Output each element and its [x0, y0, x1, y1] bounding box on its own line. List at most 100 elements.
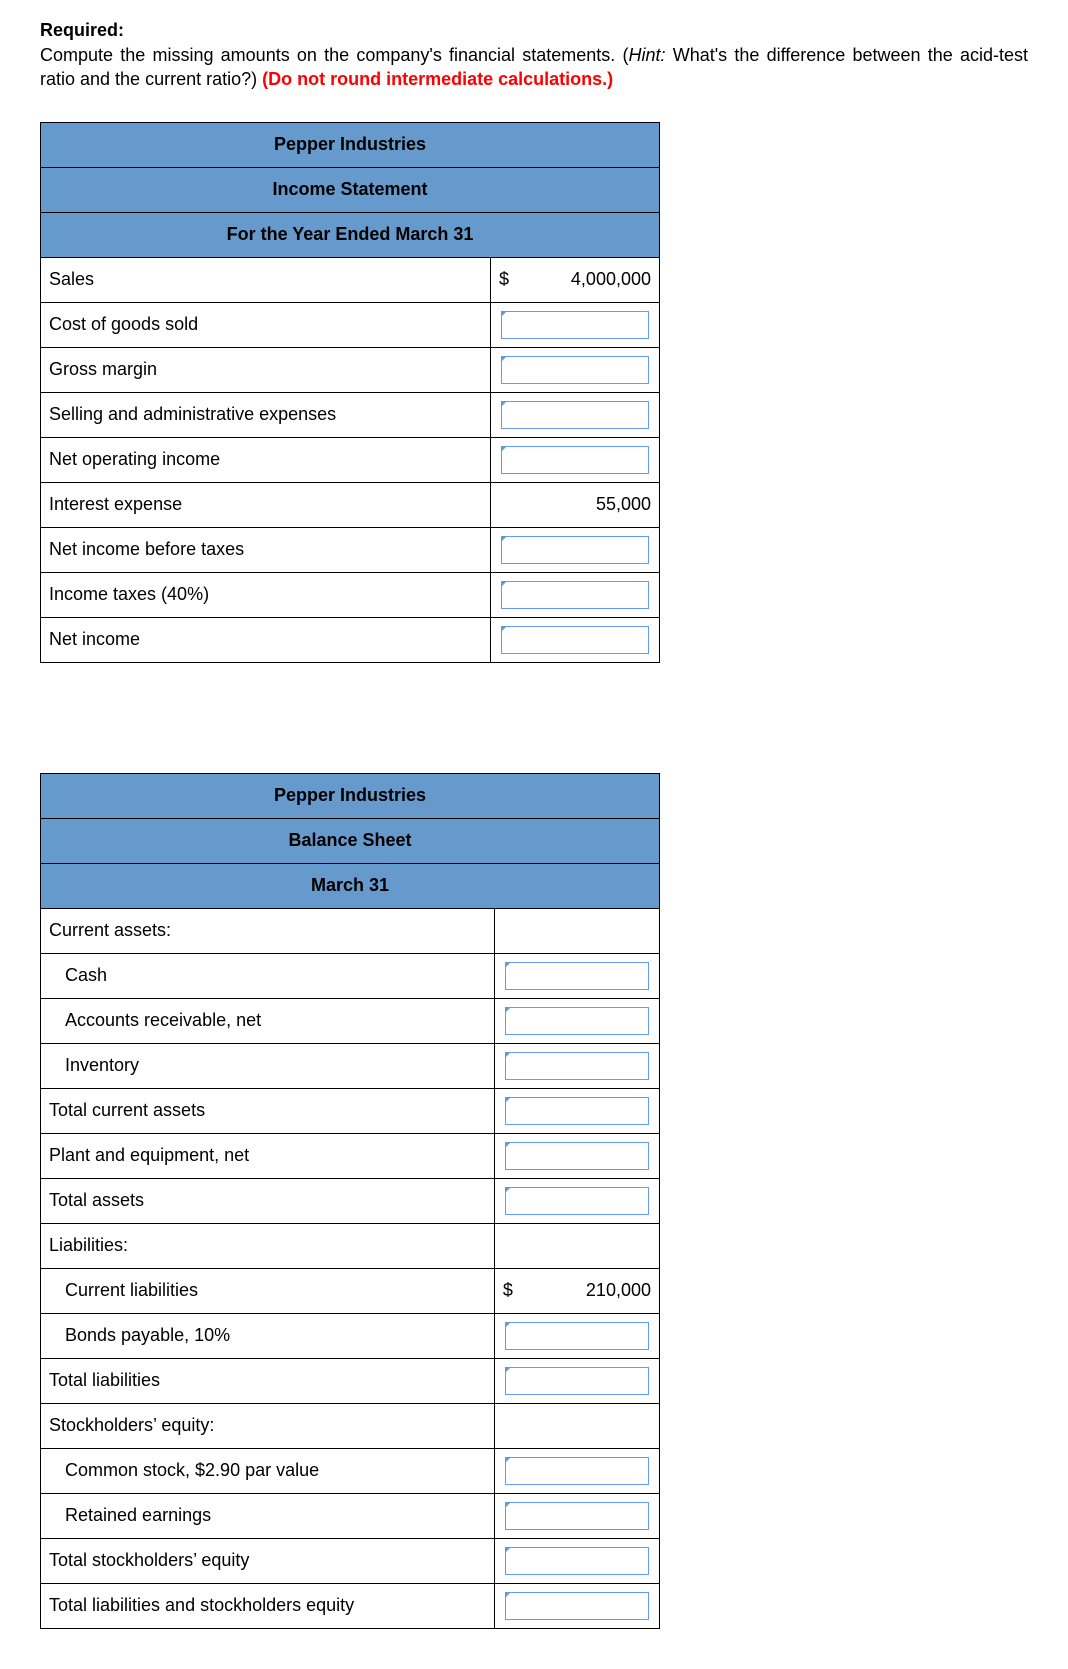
bs-input-cell[interactable]: [494, 1133, 659, 1178]
bs-row: Total stockholders’ equity: [41, 1538, 660, 1583]
bs-row-label: Total stockholders’ equity: [41, 1538, 495, 1583]
is-title-statement: Income Statement: [41, 167, 660, 212]
editable-field[interactable]: [505, 962, 649, 990]
is-row: Net income before taxes: [41, 527, 660, 572]
is-value-cell: 55,000: [491, 482, 660, 527]
bs-input-cell[interactable]: [494, 998, 659, 1043]
bs-input-cell[interactable]: [494, 1043, 659, 1088]
bs-input-cell[interactable]: [494, 1448, 659, 1493]
editable-field[interactable]: [501, 626, 649, 654]
bs-row-label: Bonds payable, 10%: [41, 1313, 495, 1358]
bs-row: Bonds payable, 10%: [41, 1313, 660, 1358]
is-row: Selling and administrative expenses: [41, 392, 660, 437]
bs-input-cell[interactable]: [494, 1358, 659, 1403]
bs-value-cell: $210,000: [494, 1268, 659, 1313]
editable-field[interactable]: [505, 1457, 649, 1485]
bs-row: Total liabilities: [41, 1358, 660, 1403]
instr-hint-label: Hint:: [629, 45, 666, 65]
editable-field[interactable]: [505, 1097, 649, 1125]
bs-row-label: Current assets:: [41, 908, 495, 953]
bs-row-label: Plant and equipment, net: [41, 1133, 495, 1178]
is-input-cell[interactable]: [491, 527, 660, 572]
is-row-label: Net income: [41, 617, 491, 662]
is-row-label: Income taxes (40%): [41, 572, 491, 617]
bs-row-label: Inventory: [41, 1043, 495, 1088]
editable-field[interactable]: [505, 1322, 649, 1350]
is-row: Gross margin: [41, 347, 660, 392]
required-label: Required:: [40, 20, 1028, 41]
is-input-cell[interactable]: [491, 347, 660, 392]
instr-part1: Compute the missing amounts on the compa…: [40, 45, 629, 65]
bs-input-cell[interactable]: [494, 953, 659, 998]
bs-input-cell[interactable]: [494, 1583, 659, 1628]
balance-sheet-table: Pepper Industries Balance Sheet March 31…: [40, 773, 660, 1629]
bs-row: Current assets:: [41, 908, 660, 953]
bs-input-cell[interactable]: [494, 1493, 659, 1538]
instructions-text: Compute the missing amounts on the compa…: [40, 43, 1028, 92]
bs-blank-cell: [494, 1403, 659, 1448]
is-row: Interest expense 55,000: [41, 482, 660, 527]
bs-row: Total assets: [41, 1178, 660, 1223]
is-input-cell[interactable]: [491, 437, 660, 482]
editable-field[interactable]: [501, 536, 649, 564]
bs-row: Common stock, $2.90 par value: [41, 1448, 660, 1493]
is-input-cell[interactable]: [491, 302, 660, 347]
editable-field[interactable]: [505, 1367, 649, 1395]
is-row-label: Net operating income: [41, 437, 491, 482]
is-row-label: Gross margin: [41, 347, 491, 392]
bs-row-label: Retained earnings: [41, 1493, 495, 1538]
editable-field[interactable]: [501, 401, 649, 429]
bs-input-cell[interactable]: [494, 1178, 659, 1223]
bs-row-label: Common stock, $2.90 par value: [41, 1448, 495, 1493]
bs-row-label: Total liabilities and stockholders equit…: [41, 1583, 495, 1628]
is-row: Sales $4,000,000: [41, 257, 660, 302]
bs-row: Retained earnings: [41, 1493, 660, 1538]
is-input-cell[interactable]: [491, 572, 660, 617]
editable-field[interactable]: [501, 581, 649, 609]
amount-value: 55,000: [596, 494, 651, 514]
editable-field[interactable]: [505, 1502, 649, 1530]
bs-row-label: Total current assets: [41, 1088, 495, 1133]
editable-field[interactable]: [505, 1592, 649, 1620]
bs-row: Total liabilities and stockholders equit…: [41, 1583, 660, 1628]
is-row: Cost of goods sold: [41, 302, 660, 347]
is-row-label: Selling and administrative expenses: [41, 392, 491, 437]
editable-field[interactable]: [501, 311, 649, 339]
editable-field[interactable]: [505, 1142, 649, 1170]
bs-row: Liabilities:: [41, 1223, 660, 1268]
bs-row: Current liabilities$210,000: [41, 1268, 660, 1313]
is-title-period: For the Year Ended March 31: [41, 212, 660, 257]
is-row: Net income: [41, 617, 660, 662]
bs-blank-cell: [494, 908, 659, 953]
is-row-label: Sales: [41, 257, 491, 302]
bs-row: Total current assets: [41, 1088, 660, 1133]
bs-blank-cell: [494, 1223, 659, 1268]
bs-input-cell[interactable]: [494, 1088, 659, 1133]
bs-row-label: Liabilities:: [41, 1223, 495, 1268]
bs-row-label: Cash: [41, 953, 495, 998]
is-row: Income taxes (40%): [41, 572, 660, 617]
editable-field[interactable]: [501, 356, 649, 384]
editable-field[interactable]: [505, 1187, 649, 1215]
is-row-label: Net income before taxes: [41, 527, 491, 572]
is-row: Net operating income: [41, 437, 660, 482]
bs-input-cell[interactable]: [494, 1538, 659, 1583]
bs-input-cell[interactable]: [494, 1313, 659, 1358]
is-input-cell[interactable]: [491, 617, 660, 662]
income-statement-table: Pepper Industries Income Statement For t…: [40, 122, 660, 663]
editable-field[interactable]: [505, 1007, 649, 1035]
bs-row-label: Total assets: [41, 1178, 495, 1223]
is-row-label: Cost of goods sold: [41, 302, 491, 347]
amount-value: 4,000,000: [571, 269, 651, 289]
bs-row-label: Current liabilities: [41, 1268, 495, 1313]
is-input-cell[interactable]: [491, 392, 660, 437]
bs-title-period: March 31: [41, 863, 660, 908]
amount-value: 210,000: [586, 1280, 651, 1300]
bs-title-statement: Balance Sheet: [41, 818, 660, 863]
editable-field[interactable]: [501, 446, 649, 474]
currency-symbol: $: [499, 269, 509, 290]
editable-field[interactable]: [505, 1547, 649, 1575]
is-row-label: Interest expense: [41, 482, 491, 527]
editable-field[interactable]: [505, 1052, 649, 1080]
bs-row-label: Stockholders’ equity:: [41, 1403, 495, 1448]
